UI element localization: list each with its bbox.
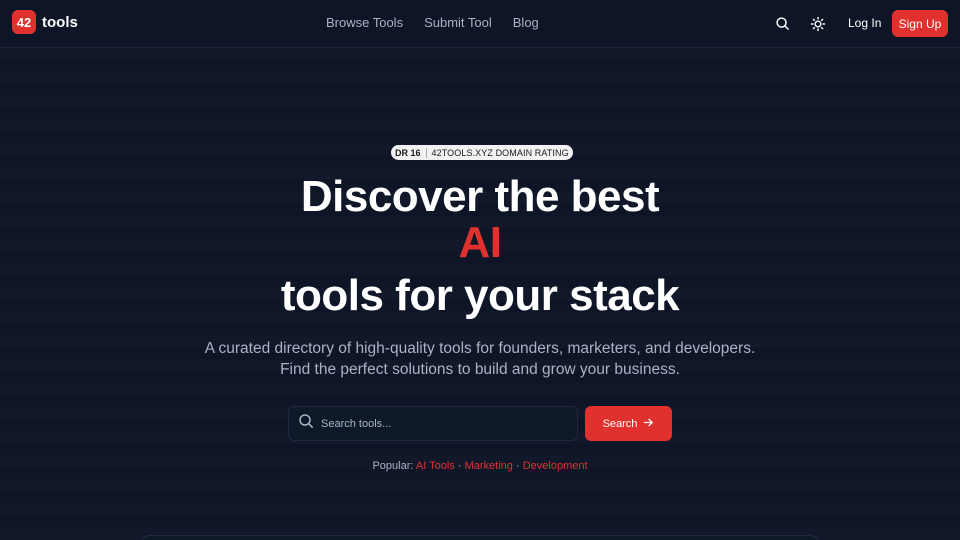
popular-link-ai-tools[interactable]: AI Tools	[416, 460, 455, 472]
hero-title-line3: tools for your stack	[280, 271, 680, 320]
signup-button[interactable]: Sign Up	[892, 10, 948, 37]
popular-link-marketing[interactable]: Marketing	[465, 460, 513, 472]
hero-title-highlight: AI	[458, 218, 503, 267]
popular-link-development[interactable]: Development	[523, 460, 588, 472]
sun-icon[interactable]	[810, 16, 826, 32]
nav-blog[interactable]: Blog	[513, 15, 539, 30]
main-nav: Browse Tools Submit Tool Blog	[326, 15, 539, 30]
nav-submit-tool[interactable]: Submit Tool	[424, 15, 492, 30]
search-input[interactable]	[321, 417, 561, 430]
nav-browse-tools[interactable]: Browse Tools	[326, 15, 403, 30]
separator-dot: ·	[515, 460, 520, 472]
search-button-label: Search	[602, 417, 638, 430]
domain-rating-label: 42TOOLS.XYZ DOMAIN RATING	[431, 147, 569, 158]
logo-badge: 42	[12, 10, 36, 34]
popular-label: Popular:	[372, 460, 414, 472]
logo[interactable]: 42 tools	[12, 10, 78, 34]
search-field[interactable]	[288, 406, 578, 441]
search-icon[interactable]	[775, 16, 791, 32]
logo-text: tools	[42, 13, 78, 31]
login-link[interactable]: Log In	[848, 16, 881, 30]
top-navbar: 42 tools Browse Tools Submit Tool Blog L…	[0, 0, 960, 48]
hero-title-line1: Discover the best	[300, 172, 660, 221]
search-icon	[298, 413, 314, 434]
content-card-edge	[140, 535, 820, 540]
domain-rating-badge: DR 16 42TOOLS.XYZ DOMAIN RATING	[391, 145, 573, 160]
search-button[interactable]: Search	[585, 406, 672, 441]
separator-dot: ·	[457, 460, 462, 472]
arrow-right-icon	[643, 417, 654, 431]
popular-tags: Popular: AI Tools · Marketing · Developm…	[0, 460, 960, 472]
hero-subtitle: A curated directory of high-quality tool…	[204, 340, 756, 378]
domain-rating-value: DR 16	[395, 147, 427, 158]
